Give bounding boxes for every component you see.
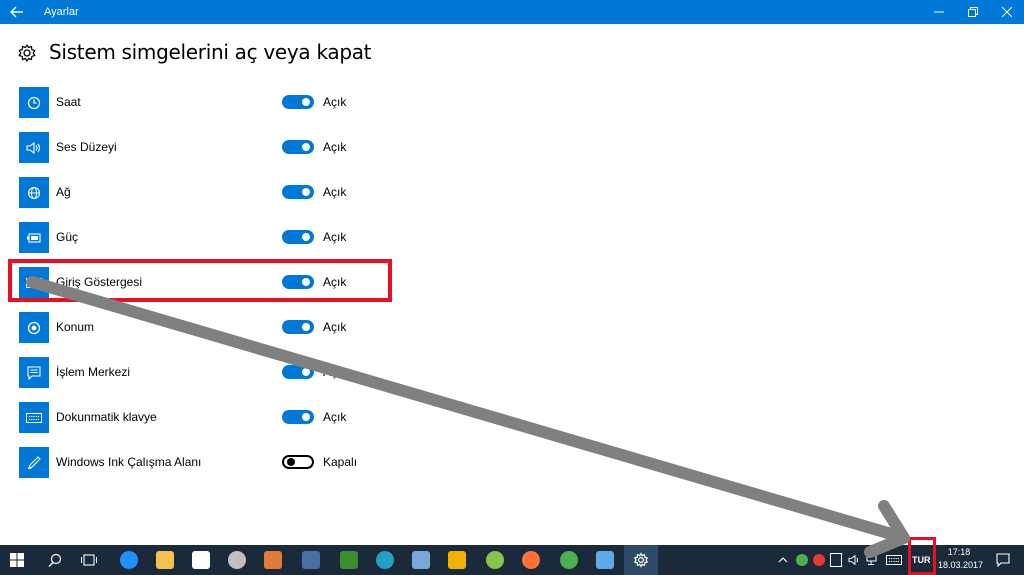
- settings-gear-icon[interactable]: [624, 545, 658, 575]
- toggle-state: Kapalı: [323, 455, 358, 469]
- setting-label: Saat: [56, 95, 81, 109]
- network-tray-icon[interactable]: [866, 545, 880, 575]
- page-title: Sistem simgelerini aç veya kapat: [49, 40, 372, 64]
- app-icon[interactable]: [440, 545, 474, 575]
- toggle-state: Açık: [323, 410, 347, 424]
- touch-keyboard-tray-icon[interactable]: [886, 545, 902, 575]
- location-icon: [19, 312, 49, 343]
- app-icon[interactable]: [256, 545, 290, 575]
- window-title: Ayarlar: [44, 6, 79, 18]
- tray-app-icon[interactable]: [813, 545, 825, 575]
- globe-icon: [19, 177, 49, 208]
- task-view-icon[interactable]: [72, 545, 106, 575]
- toggle-switch[interactable]: [282, 95, 314, 109]
- store-icon[interactable]: [184, 545, 218, 575]
- pen-icon: [19, 447, 49, 478]
- tray-clock[interactable]: 17:18 18.03.2017: [938, 546, 984, 572]
- tray-app-icon[interactable]: [796, 545, 808, 575]
- toggle-switch[interactable]: [282, 230, 314, 244]
- volume-tray-icon[interactable]: [848, 545, 862, 575]
- clock-icon: [19, 87, 49, 118]
- setting-label: Windows Ink Çalışma Alanı: [56, 455, 202, 469]
- app-icon[interactable]: [294, 545, 328, 575]
- restore-button[interactable]: [956, 0, 990, 24]
- setting-label: Ses Düzeyi: [56, 140, 117, 154]
- toggle-switch[interactable]: [282, 455, 314, 469]
- volume-icon: [19, 132, 49, 163]
- toggle-state: Açık: [323, 230, 347, 244]
- app-icon[interactable]: [368, 545, 402, 575]
- app-icon[interactable]: [332, 545, 366, 575]
- toggle-switch[interactable]: [282, 365, 314, 379]
- toggle-switch[interactable]: [282, 140, 314, 154]
- highlight-box: [8, 259, 392, 302]
- setting-row-guc: Güç Açık: [0, 222, 420, 254]
- back-arrow-icon[interactable]: [0, 0, 34, 24]
- toggle-state: Açık: [323, 365, 347, 379]
- setting-label: Ağ: [56, 185, 71, 199]
- setting-row-saat: Saat Açık: [0, 87, 420, 119]
- setting-label: Dokunmatik klavye: [56, 410, 157, 424]
- edge-browser-icon[interactable]: [112, 545, 146, 575]
- search-icon[interactable]: [38, 545, 72, 575]
- close-button[interactable]: [990, 0, 1024, 24]
- app-icon[interactable]: [552, 545, 586, 575]
- toggle-switch[interactable]: [282, 320, 314, 334]
- setting-row-ag: Ağ Açık: [0, 177, 420, 209]
- title-bar: Ayarlar: [0, 0, 1024, 24]
- app-icon[interactable]: [478, 545, 512, 575]
- setting-row-konum: Konum Açık: [0, 312, 420, 344]
- notification-center-icon[interactable]: [988, 545, 1018, 575]
- tray-highlight-box: [908, 537, 936, 575]
- show-hidden-icons-chevron-icon[interactable]: [778, 545, 788, 575]
- windows-start-icon[interactable]: [0, 545, 34, 575]
- tray-app-icon[interactable]: [830, 545, 842, 575]
- app-icon[interactable]: [404, 545, 438, 575]
- toggle-state: Açık: [323, 320, 347, 334]
- clock-time: 17:18: [947, 547, 971, 557]
- battery-icon: [19, 222, 49, 253]
- toggle-state: Açık: [323, 140, 347, 154]
- taskbar: TUR 17:18 18.03.2017: [0, 545, 1024, 575]
- app-icon[interactable]: [588, 545, 622, 575]
- setting-row-windows-ink: Windows Ink Çalışma Alanı Kapalı: [0, 447, 420, 479]
- toggle-switch[interactable]: [282, 185, 314, 199]
- file-explorer-icon[interactable]: [148, 545, 182, 575]
- toggle-switch[interactable]: [282, 410, 314, 424]
- keyboard-icon: [19, 402, 49, 433]
- setting-row-ses-duzeyi: Ses Düzeyi Açık: [0, 132, 420, 164]
- clock-date: 18.03.2017: [938, 560, 984, 570]
- minimize-button[interactable]: [922, 0, 956, 24]
- gear-icon: [17, 43, 37, 63]
- toggle-state: Açık: [323, 185, 347, 199]
- setting-row-islem-merkezi: İşlem Merkezi Açık: [0, 357, 420, 389]
- firefox-icon[interactable]: [514, 545, 548, 575]
- toggle-state: Açık: [323, 95, 347, 109]
- setting-label: İşlem Merkezi: [56, 365, 131, 379]
- action-center-icon: [19, 357, 49, 388]
- setting-label: Konum: [56, 320, 95, 334]
- setting-label: Güç: [56, 230, 79, 244]
- setting-row-dokunmatik-klavye: Dokunmatik klavye Açık: [0, 402, 420, 434]
- app-icon[interactable]: [220, 545, 254, 575]
